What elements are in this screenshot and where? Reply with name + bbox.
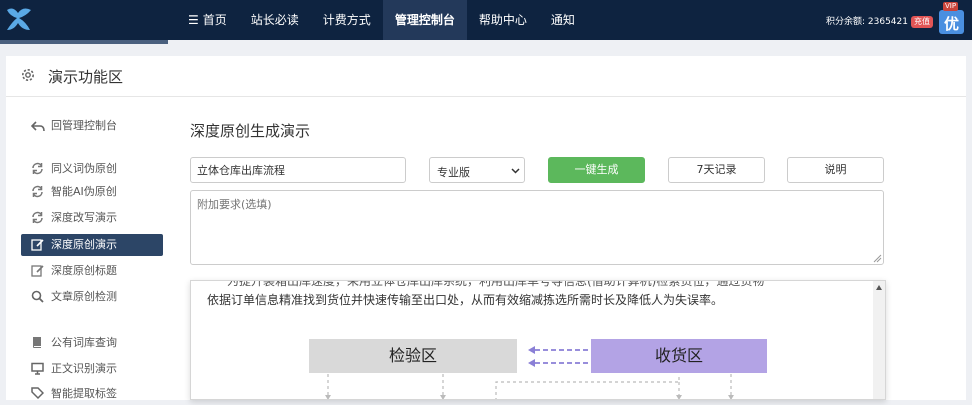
sidebar-item-label: 深度原创标题 <box>51 264 117 277</box>
monitor-icon <box>31 362 44 375</box>
version-select-value: 专业版 <box>437 166 470 179</box>
sidebar-item-deep-original[interactable]: 深度原创演示 <box>21 234 163 256</box>
sidebar-item-synonym[interactable]: 同义词伪原创 <box>21 158 163 180</box>
logo-icon[interactable] <box>4 6 34 34</box>
arrow-head <box>440 395 446 399</box>
sidebar-item-text-recognition[interactable]: 正文识别演示 <box>21 358 163 380</box>
output-scrollbar[interactable] <box>873 281 885 399</box>
points-balance: 积分余额: 2365421 充值 <box>826 14 933 28</box>
nav-billing[interactable]: 计费方式 <box>311 0 383 40</box>
sidebar-item-back[interactable]: 回管理控制台 <box>21 115 163 137</box>
gear-icon <box>22 69 34 81</box>
nav-billing-label: 计费方式 <box>322 13 371 27</box>
tag-icon <box>31 387 44 400</box>
edit-icon <box>31 239 44 251</box>
logo-underline <box>0 40 168 44</box>
nav-must-read[interactable]: 站长必读 <box>239 0 311 40</box>
menu-icon: ☰ <box>188 13 199 27</box>
page-title: 深度原创生成演示 <box>190 122 311 140</box>
arrow-head <box>325 395 331 399</box>
inspection-zone-box: 检验区 <box>309 339 517 373</box>
arrow-head <box>728 395 734 399</box>
refresh-icon <box>32 162 43 175</box>
nav-home[interactable]: ☰ 首页 <box>176 0 239 40</box>
back-arrow-icon <box>31 121 45 132</box>
sidebar-item-label: 正文识别演示 <box>51 362 117 375</box>
chevron-down-icon <box>511 168 520 174</box>
sidebar-item-deep-title[interactable]: 深度原创标题 <box>21 260 163 282</box>
nav-console-label: 管理控制台 <box>394 13 455 27</box>
sidebar-item-label: 同义词伪原创 <box>51 162 117 175</box>
vip-char: 优 <box>944 15 959 33</box>
top-navbar: ☰ 首页 站长必读 计费方式 管理控制台 帮助中心 通知 积分余额: 236542… <box>0 0 972 40</box>
points-balance-text: 积分余额: 2365421 <box>826 17 908 27</box>
sidebar-item-originality-check[interactable]: 文章原创检测 <box>21 286 163 308</box>
nav-must-read-label: 站长必读 <box>250 13 299 27</box>
nav-notice-label: 通知 <box>550 13 575 27</box>
version-select[interactable]: 专业版 <box>429 157 525 183</box>
sidebar-item-label: 文章原创检测 <box>51 290 117 303</box>
panel-header: 演示功能区 <box>6 56 966 97</box>
nav-console[interactable]: 管理控制台 <box>382 0 467 40</box>
recharge-button[interactable]: 充值 <box>910 16 933 28</box>
vip-badge: VIP <box>943 2 959 11</box>
nav-help[interactable]: 帮助中心 <box>467 0 539 40</box>
demo-panel: 演示功能区 回管理控制台 同义词伪原创 智能AI伪原创 深度改写演示 深度原创演… <box>6 56 966 400</box>
receiving-zone-box: 收货区 <box>591 339 767 373</box>
book-icon <box>33 337 41 348</box>
requirements-field[interactable] <box>190 190 884 265</box>
generate-button[interactable]: 一键生成 <box>548 157 645 183</box>
panel-title: 演示功能区 <box>48 68 124 86</box>
sidebar-item-label: 深度原创演示 <box>51 238 117 251</box>
sidebar-item-label: 公有词库查询 <box>51 336 117 349</box>
help-button[interactable]: 说明 <box>787 157 884 183</box>
history-button[interactable]: 7天记录 <box>668 157 765 183</box>
flow-connectors <box>325 346 734 399</box>
arrow-head <box>528 346 535 354</box>
sidebar-item-label: 回管理控制台 <box>51 119 117 132</box>
nav-help-label: 帮助中心 <box>478 13 527 27</box>
search-icon <box>31 290 44 303</box>
resize-handle-icon[interactable] <box>872 253 882 263</box>
output-area: 为提升装箱出库速度，采用立体仓库出库系统，利用出库单号等信息(借助计算机)检索货… <box>190 280 886 400</box>
main-nav: ☰ 首页 站长必读 计费方式 管理控制台 帮助中心 通知 <box>176 0 587 40</box>
edit-icon <box>31 265 44 277</box>
sidebar-item-ai-rewrite[interactable]: 智能AI伪原创 <box>21 181 163 203</box>
nav-home-label: 首页 <box>202 13 227 27</box>
arrow-head <box>676 395 682 399</box>
sidebar-item-public-lexicon[interactable]: 公有词库查询 <box>21 332 163 354</box>
flow-line <box>495 374 680 399</box>
sidebar-item-label: 智能提取标签 <box>51 387 117 400</box>
sidebar-item-label: 智能AI伪原创 <box>51 185 117 198</box>
sidebar-item-label: 深度改写演示 <box>51 211 117 224</box>
sidebar-item-deep-rewrite[interactable]: 深度改写演示 <box>21 207 163 229</box>
refresh-icon <box>32 185 43 198</box>
refresh-icon <box>32 211 43 224</box>
arrow-head <box>528 359 535 367</box>
sidebar-item-extract-tags[interactable]: 智能提取标签 <box>21 383 163 405</box>
scroll-up-icon[interactable] <box>876 285 882 290</box>
nav-notice[interactable]: 通知 <box>539 0 587 40</box>
keyword-input[interactable] <box>190 157 406 183</box>
